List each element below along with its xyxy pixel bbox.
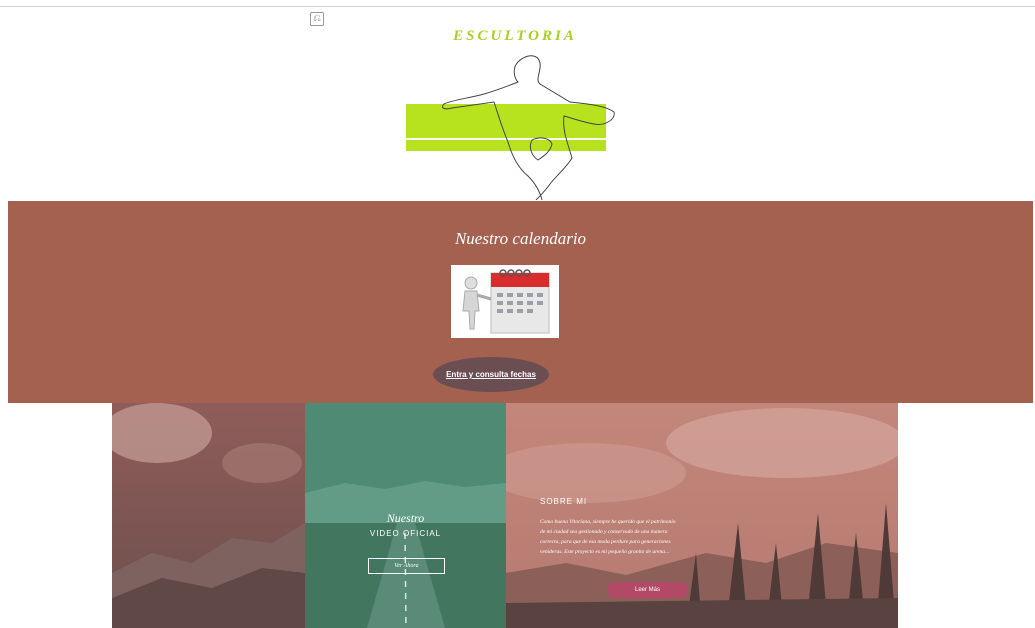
read-more-button[interactable]: Leer Más bbox=[607, 582, 688, 598]
mountain-panel bbox=[112, 403, 305, 628]
about-title: SOBRE MI bbox=[540, 497, 588, 506]
brand-title: ESCULTORIA bbox=[453, 28, 577, 44]
mountain-image bbox=[112, 403, 305, 628]
image-placeholder-icon[interactable]: ⎌ bbox=[310, 12, 324, 26]
top-divider bbox=[0, 6, 1035, 7]
forest-sky-image bbox=[506, 403, 898, 628]
about-text: Como buena Vitoriana, siempre he querido… bbox=[540, 519, 676, 555]
person-head bbox=[464, 276, 478, 290]
video-panel: Nuestro VIDEO OFICIAL Ver Ahora bbox=[305, 403, 506, 628]
video-title: Nuestro bbox=[386, 511, 425, 525]
consult-dates-button[interactable]: Entra y consulta fechas bbox=[433, 357, 549, 392]
logo-figure bbox=[406, 55, 615, 200]
logo-green-band-bottom bbox=[406, 140, 606, 151]
calendar-section: Nuestro calendario Entra y consulta fech… bbox=[8, 201, 1033, 403]
calendar-illustration bbox=[451, 265, 559, 338]
video-subtitle: VIDEO OFICIAL bbox=[369, 529, 442, 538]
about-panel: SOBRE MI Como buena Vitoriana, siempre h… bbox=[506, 403, 898, 628]
calendar-title: Nuestro calendario bbox=[454, 229, 587, 248]
feature-panels: Nuestro VIDEO OFICIAL Ver Ahora SOBRE MI… bbox=[112, 403, 898, 628]
watch-now-button[interactable]: Ver Ahora bbox=[368, 558, 445, 574]
logo-green-band-top bbox=[406, 104, 606, 138]
